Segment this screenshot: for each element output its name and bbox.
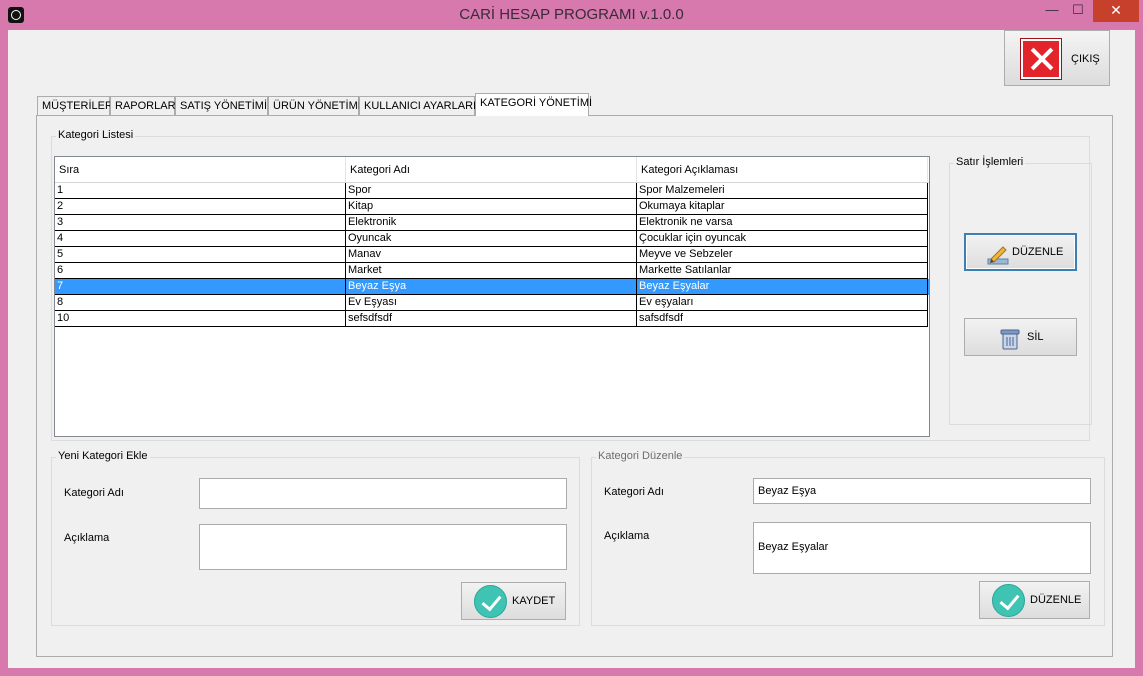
table-cell: Elektronik — [346, 215, 637, 231]
tab-satis-yonetimi[interactable]: SATIŞ YÖNETİMİ — [175, 96, 268, 116]
row-delete-button[interactable]: SİL — [964, 318, 1077, 356]
new-category-title: Yeni Kategori Ekle — [56, 450, 150, 462]
table-row[interactable]: 4 Oyuncak Çocuklar için oyuncak — [55, 231, 929, 247]
save-button[interactable]: KAYDET — [461, 582, 566, 620]
table-cell: safsdfsdf — [637, 311, 928, 327]
edit-category-group: Kategori Düzenle Kategori Adı Beyaz Eşya… — [591, 450, 1105, 626]
column-header-kategori-adi[interactable]: Kategori Adı — [346, 157, 637, 182]
table-cell: Çocuklar için oyuncak — [637, 231, 928, 247]
table-row[interactable]: 8 Ev Eşyası Ev eşyaları — [55, 295, 929, 311]
edit-name-label: Kategori Adı — [604, 486, 664, 498]
table-cell: 4 — [55, 231, 346, 247]
pencil-icon — [987, 246, 1009, 265]
exit-button-label: ÇIKIŞ — [1071, 53, 1100, 65]
maximize-button[interactable]: ☐ — [1066, 0, 1090, 22]
edit-name-input[interactable]: Beyaz Eşya — [753, 478, 1091, 504]
row-operations-group: Satır İşlemleri DÜZENLE SİL — [949, 156, 1092, 425]
new-desc-input[interactable] — [199, 524, 567, 570]
check-icon — [992, 584, 1025, 617]
edit-category-title: Kategori Düzenle — [596, 450, 685, 462]
table-cell: Ev eşyaları — [637, 295, 928, 311]
category-grid[interactable]: Sıra Kategori Adı Kategori Açıklaması 1S… — [54, 156, 930, 437]
table-row[interactable]: 6 Market Markette Satılanlar — [55, 263, 929, 279]
table-row[interactable]: 5 Manav Meyve ve Sebzeler — [55, 247, 929, 263]
table-cell: Elektronik ne varsa — [637, 215, 928, 231]
table-cell: Oyuncak — [346, 231, 637, 247]
row-operations-title: Satır İşlemleri — [954, 156, 1026, 168]
tab-musteriler[interactable]: MÜŞTERİLER — [37, 96, 113, 116]
row-edit-label: DÜZENLE — [1012, 246, 1064, 258]
check-icon — [474, 585, 507, 618]
table-cell: Market — [346, 263, 637, 279]
table-row[interactable]: 7 Beyaz Eşya Beyaz Eşyalar — [55, 279, 929, 295]
table-row[interactable]: 3 Elektronik Elektronik ne varsa — [55, 215, 929, 231]
table-cell: Markette Satılanlar — [637, 263, 928, 279]
table-row[interactable]: 2 Kitap Okumaya kitaplar — [55, 199, 929, 215]
exit-button[interactable]: ÇIKIŞ — [1004, 30, 1110, 86]
tab-kullanici-ayarlari[interactable]: KULLANICI AYARLARI — [359, 96, 476, 116]
new-name-input[interactable] — [199, 478, 567, 509]
table-cell: Spor — [346, 183, 637, 199]
client-area: ÇIKIŞ MÜŞTERİLER RAPORLAR SATIŞ YÖNETİMİ… — [8, 30, 1135, 668]
window-close-button[interactable]: ✕ — [1093, 0, 1139, 22]
tab-kategori-yonetimi[interactable]: KATEGORİ YÖNETİMİ — [475, 93, 592, 116]
category-list-title: Kategori Listesi — [56, 129, 136, 141]
edit-desc-input[interactable]: Beyaz Eşyalar — [753, 522, 1091, 574]
table-cell: 3 — [55, 215, 346, 231]
column-header-kategori-aciklamasi[interactable]: Kategori Açıklaması — [637, 157, 928, 182]
table-cell: 7 — [55, 279, 346, 295]
tab-page-kategori: Kategori Listesi Sıra Kategori Adı Kateg… — [36, 115, 1113, 657]
table-cell: sefsdfsdf — [346, 311, 637, 327]
table-cell: Beyaz Eşyalar — [637, 279, 928, 295]
table-cell: Spor Malzemeleri — [637, 183, 928, 199]
close-icon — [1021, 39, 1061, 79]
table-cell: Ev Eşyası — [346, 295, 637, 311]
edit-save-label: DÜZENLE — [1030, 594, 1082, 606]
grid-body: 1 Spor Spor Malzemeleri 2 Kitap Okumaya kitap… — [55, 183, 929, 327]
table-cell: 2 — [55, 199, 346, 215]
table-cell: Kitap — [346, 199, 637, 215]
row-edit-button[interactable]: DÜZENLE — [964, 233, 1077, 271]
table-row[interactable]: 10 sefsdfsdf safsdfsdf — [55, 311, 929, 327]
new-category-group: Yeni Kategori Ekle Kategori Adı Açıklama… — [51, 450, 580, 626]
table-cell: Beyaz Eşya — [346, 279, 637, 295]
save-label: KAYDET — [512, 595, 556, 607]
table-row[interactable]: 1 Spor Spor Malzemeleri — [55, 183, 929, 199]
title-bar: CARİ HESAP PROGRAMI v.1.0.0 — ☐ ✕ — [0, 0, 1143, 30]
grid-header: Sıra Kategori Adı Kategori Açıklaması — [55, 157, 929, 183]
table-cell: Manav — [346, 247, 637, 263]
tab-raporlar[interactable]: RAPORLAR — [110, 96, 176, 116]
table-cell: Meyve ve Sebzeler — [637, 247, 928, 263]
row-delete-label: SİL — [1027, 331, 1044, 343]
edit-save-button[interactable]: DÜZENLE — [979, 581, 1090, 619]
table-cell: 5 — [55, 247, 346, 263]
edit-desc-label: Açıklama — [604, 530, 650, 542]
table-cell: 8 — [55, 295, 346, 311]
table-cell: 10 — [55, 311, 346, 327]
table-cell: 6 — [55, 263, 346, 279]
trash-icon — [1000, 329, 1020, 350]
new-name-label: Kategori Adı — [64, 487, 124, 499]
tab-urun-yonetimi[interactable]: ÜRÜN YÖNETİMİ — [268, 96, 361, 116]
new-desc-label: Açıklama — [64, 532, 110, 544]
minimize-button[interactable]: — — [1040, 0, 1064, 22]
window-title: CARİ HESAP PROGRAMI v.1.0.0 — [459, 6, 684, 23]
column-header-sira[interactable]: Sıra — [55, 157, 346, 182]
table-cell: 1 — [55, 183, 346, 199]
table-cell: Okumaya kitaplar — [637, 199, 928, 215]
